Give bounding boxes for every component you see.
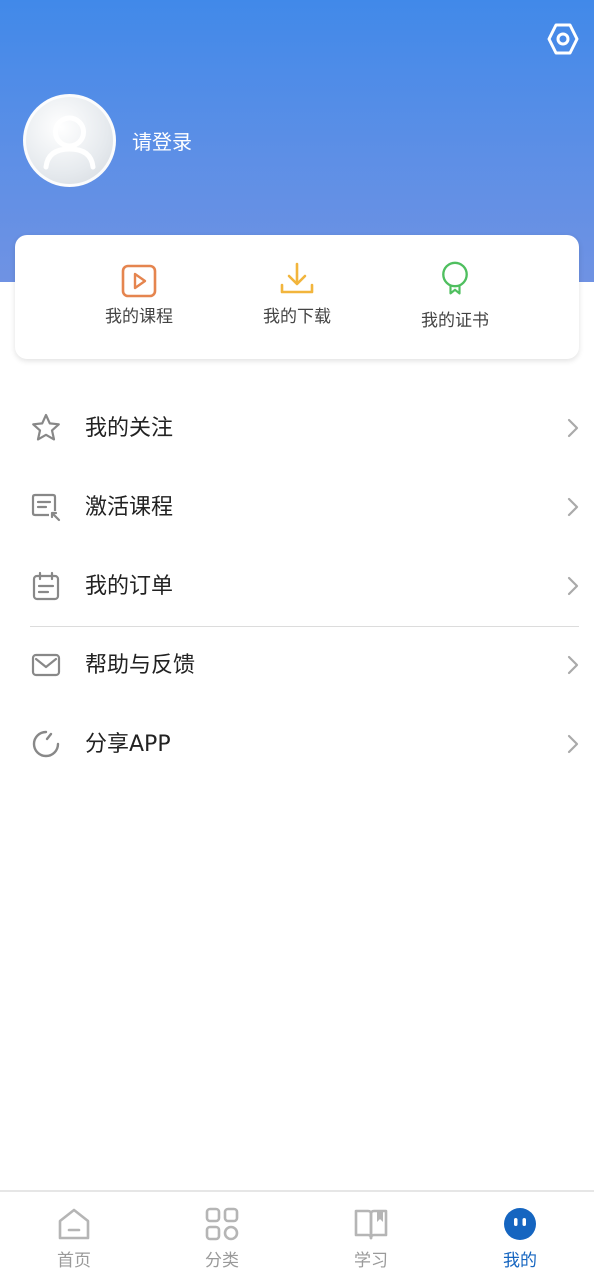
certificate-badge-icon <box>442 261 468 295</box>
tab-study[interactable]: 学习 <box>297 1192 445 1280</box>
mail-feedback-icon <box>31 653 61 677</box>
menu-item-label: 我的订单 <box>85 574 174 599</box>
default-user-avatar-icon <box>43 115 96 170</box>
chevron-right-icon <box>567 576 579 596</box>
download-icon <box>280 262 314 294</box>
my-certificates-label: 我的证书 <box>421 311 489 331</box>
category-grid-icon <box>205 1207 239 1241</box>
chevron-right-icon <box>567 734 579 754</box>
menu-item-activate-course[interactable]: 激活课程 <box>0 469 594 548</box>
menu-item-my-follows[interactable]: 我的关注 <box>0 390 594 469</box>
menu-item-label: 分享APP <box>85 732 171 757</box>
tab-home-label: 首页 <box>57 1251 91 1271</box>
chevron-right-icon <box>567 497 579 517</box>
my-certificates-button[interactable]: 我的证书 <box>395 235 515 359</box>
menu-item-help-feedback[interactable]: 帮助与反馈 <box>0 627 594 706</box>
quick-actions-card: 我的课程 我的下载 我的证书 <box>15 235 579 359</box>
menu-item-label: 激活课程 <box>85 495 174 520</box>
open-book-icon <box>354 1209 388 1240</box>
chevron-right-icon <box>567 655 579 675</box>
chevron-right-icon <box>567 418 579 438</box>
profile-face-icon <box>504 1208 536 1240</box>
menu-item-label: 帮助与反馈 <box>85 653 196 678</box>
play-video-icon <box>121 264 157 298</box>
avatar[interactable] <box>23 94 116 187</box>
calendar-order-icon <box>32 571 60 601</box>
menu-item-my-orders[interactable]: 我的订单 <box>0 548 594 627</box>
tab-home[interactable]: 首页 <box>0 1192 148 1280</box>
tab-category-label: 分类 <box>205 1251 239 1271</box>
menu-item-share-app[interactable]: 分享APP <box>0 706 594 785</box>
my-courses-label: 我的课程 <box>105 307 173 327</box>
menu-item-label: 我的关注 <box>85 416 174 441</box>
tab-category[interactable]: 分类 <box>148 1192 296 1280</box>
bottom-tab-bar: 首页 分类 学习 我的 <box>0 1190 594 1280</box>
home-icon <box>58 1208 90 1240</box>
share-refresh-icon <box>32 730 60 758</box>
my-courses-button[interactable]: 我的课程 <box>79 235 199 359</box>
settings-button[interactable] <box>544 20 582 58</box>
activate-card-icon <box>31 493 61 522</box>
my-downloads-button[interactable]: 我的下载 <box>237 235 357 359</box>
tab-mine-label: 我的 <box>503 1251 537 1271</box>
my-downloads-label: 我的下载 <box>263 307 331 327</box>
login-prompt-link[interactable]: 请登录 <box>132 128 192 156</box>
hexagon-settings-icon <box>547 23 579 55</box>
tab-study-label: 学习 <box>354 1251 388 1271</box>
star-icon <box>32 413 60 441</box>
tab-mine[interactable]: 我的 <box>446 1192 594 1280</box>
